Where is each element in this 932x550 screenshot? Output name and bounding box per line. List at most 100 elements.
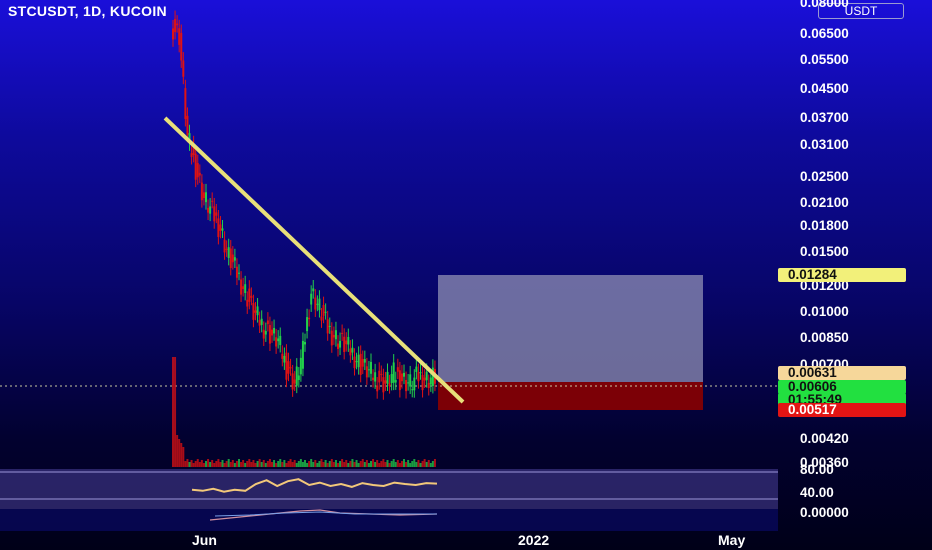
candle <box>304 342 306 345</box>
candle <box>299 357 302 375</box>
volume-bar <box>390 461 393 467</box>
volume-bar <box>207 459 210 467</box>
volume-bar <box>293 460 296 467</box>
volume-bar <box>217 459 220 467</box>
price-tick: 0.04500 <box>800 81 849 96</box>
volume-bar <box>308 461 311 467</box>
candle <box>256 306 259 316</box>
rsi-axis-mid-label: 40.00 <box>800 485 834 500</box>
volume-bar <box>283 460 286 467</box>
candle <box>403 372 405 377</box>
volume-bar <box>318 461 321 467</box>
volume-bar <box>213 463 216 467</box>
candle <box>388 383 391 387</box>
candle <box>421 374 424 391</box>
volume-bar <box>398 463 401 467</box>
volume-bar <box>219 462 222 467</box>
volume-bar <box>200 460 203 467</box>
candle <box>273 327 276 334</box>
candle <box>242 286 245 290</box>
volume-bar <box>178 439 181 467</box>
candle <box>425 371 428 381</box>
macd-axis-label: 0.00000 <box>800 505 849 520</box>
candle <box>415 366 418 372</box>
volume-bar <box>256 461 259 467</box>
volume-bar <box>250 462 253 467</box>
price-tick: 0.01500 <box>800 244 849 259</box>
volume-bar <box>392 459 395 467</box>
volume-bar <box>405 462 408 467</box>
target-price-badge: 0.01284 <box>778 268 906 282</box>
candle <box>332 334 335 338</box>
candle <box>308 317 311 320</box>
candle <box>279 335 282 346</box>
candle <box>306 317 309 332</box>
target-zone[interactable] <box>438 275 703 382</box>
volume-bar <box>386 460 389 467</box>
candle <box>312 288 315 292</box>
candle <box>353 356 356 369</box>
volume-bar <box>196 459 199 467</box>
price-tick: 0.00850 <box>800 330 849 345</box>
candle <box>196 163 199 178</box>
volume-bar <box>314 460 317 467</box>
volume-bar <box>310 459 313 467</box>
volume-bar <box>176 435 179 467</box>
candle <box>355 361 358 363</box>
candle <box>322 305 325 316</box>
candle <box>289 367 292 369</box>
volume-bar <box>238 459 240 467</box>
candle <box>384 380 387 384</box>
volume-bar <box>262 460 265 467</box>
volume-bar <box>322 462 325 467</box>
x-axis-label: May <box>718 532 746 548</box>
rsi-axis-top-label: 80.00 <box>800 462 834 477</box>
candle <box>194 153 197 180</box>
candle <box>324 311 327 313</box>
candle <box>266 320 269 325</box>
candle <box>337 343 339 350</box>
volume-bar <box>411 461 414 467</box>
candlestick-series <box>172 10 436 400</box>
volume-bar <box>372 459 375 467</box>
volume-bar <box>242 460 245 467</box>
volume-bar <box>180 443 183 467</box>
price-tick: 0.08000 <box>800 0 849 10</box>
volume-bar <box>192 463 195 467</box>
volume-bar <box>388 463 391 467</box>
candle <box>423 377 426 381</box>
candle <box>328 325 331 327</box>
candle <box>419 372 422 374</box>
price-tick: 0.01800 <box>800 218 849 233</box>
candle <box>357 354 360 368</box>
volume-bar <box>384 462 387 467</box>
volume-bar <box>264 463 267 467</box>
candle <box>268 325 271 344</box>
candle <box>248 288 251 302</box>
x-axis-label: 2022 <box>518 532 550 548</box>
volume-bar <box>330 459 333 467</box>
candle <box>182 60 185 77</box>
volume-bar <box>297 461 300 467</box>
stop-price-badge: 0.00517 <box>778 403 906 417</box>
volume-bar <box>172 357 174 467</box>
volume-bar <box>320 459 323 467</box>
volume-bar <box>370 461 372 467</box>
candle <box>207 207 210 213</box>
candle <box>394 380 397 383</box>
candle <box>429 377 432 385</box>
candle <box>264 330 267 335</box>
candle <box>254 310 257 313</box>
volume-bar <box>254 463 257 467</box>
candle <box>283 355 286 363</box>
volume-bar <box>252 460 255 467</box>
rsi-pane <box>0 469 778 509</box>
candle <box>316 303 319 305</box>
candle <box>260 318 263 325</box>
candle <box>361 358 364 367</box>
volume-bar <box>279 459 282 467</box>
trendline[interactable] <box>163 116 465 404</box>
candle <box>374 372 377 382</box>
volume-bar <box>295 463 298 467</box>
entry-price-badge: 0.00631 <box>778 366 906 380</box>
